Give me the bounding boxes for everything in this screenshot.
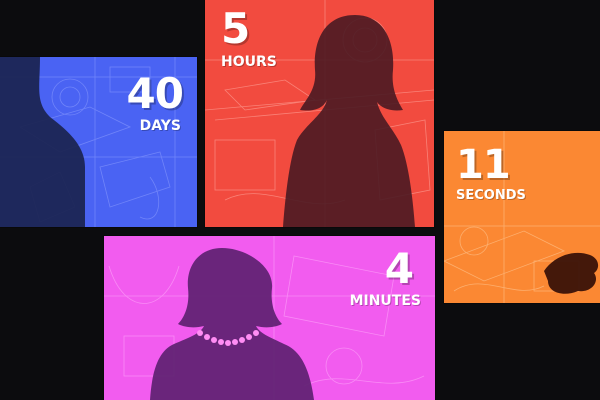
- man-shoulder-silhouette: [0, 57, 85, 227]
- woman-bob-silhouette: [283, 15, 415, 227]
- countdown-unit-hours: HOURS: [221, 54, 277, 70]
- panel-seconds: 11 SECONDS: [444, 131, 600, 303]
- woman-pearls-silhouette: [150, 248, 314, 400]
- countdown-unit-minutes: MINUTES: [349, 293, 421, 309]
- hat-silhouette: [544, 252, 599, 294]
- panel-days: 40 DAYS: [0, 57, 197, 227]
- panel-minutes: 4 MINUTES: [104, 236, 435, 400]
- countdown-number-minutes: 4: [384, 244, 414, 293]
- countdown-number-seconds: 11: [456, 142, 511, 188]
- panel-hours: 5 HOURS: [205, 0, 434, 227]
- countdown-unit-days: DAYS: [139, 118, 181, 134]
- countdown-number-hours: 5: [221, 4, 250, 53]
- countdown-number-days: 40: [126, 69, 184, 118]
- countdown-unit-seconds: SECONDS: [456, 188, 526, 203]
